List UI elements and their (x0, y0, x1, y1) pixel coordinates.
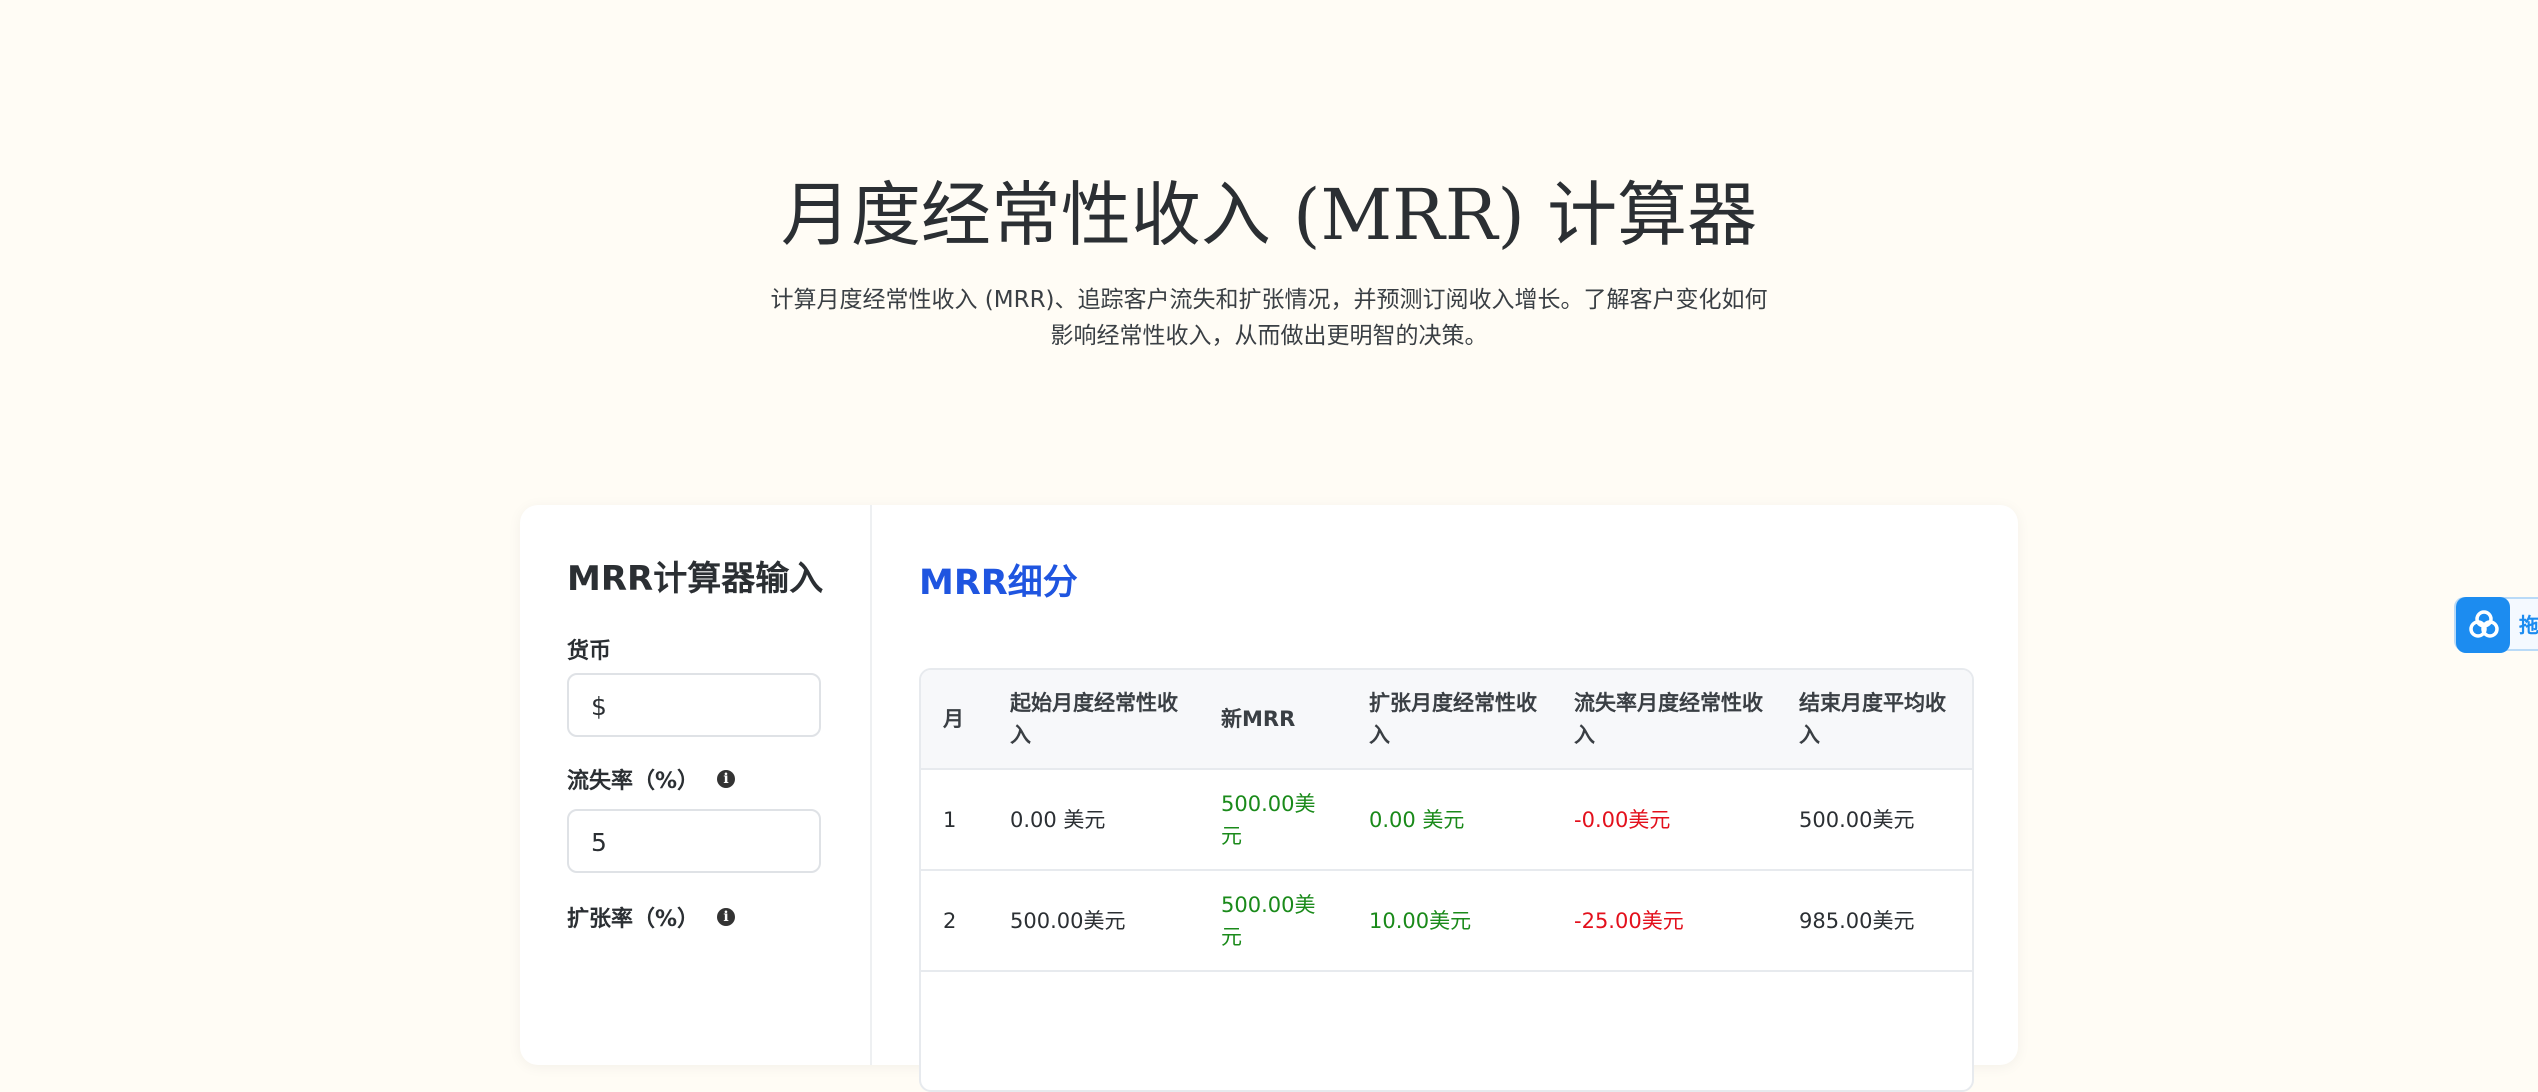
column-header: 月 (943, 707, 964, 731)
app-logo-icon (2456, 597, 2510, 653)
breakdown-panel: MRR细分 月 起始月度经常性收入 新MRR 扩张月度经常性收入 流失率月度经常… (870, 505, 2018, 1092)
column-header: 起始月度经常性收入 (1010, 691, 1178, 747)
churn-rate-input-value: 5 (591, 828, 607, 857)
floating-button-label: 拖 (2519, 613, 2538, 637)
churn-rate-input[interactable]: 5 (567, 809, 821, 873)
expansion-rate-label: 扩张率（%） i (567, 901, 736, 933)
table-header-row: 月 起始月度经常性收入 新MRR 扩张月度经常性收入 流失率月度经常性收入 结束… (921, 670, 1972, 769)
currency-input-value: $ (591, 692, 607, 721)
inputs-heading: MRR计算器输入 (567, 559, 824, 599)
table-row: 2 500.00美元 500.00美元 10.00美元 -25.00美元 985… (921, 870, 1972, 971)
new-mrr-cell: 500.00美元 (1221, 892, 1316, 949)
currency-input[interactable]: $ (567, 673, 821, 737)
column-header: 扩张月度经常性收入 (1369, 691, 1537, 747)
breakdown-table-wrapper: 月 起始月度经常性收入 新MRR 扩张月度经常性收入 流失率月度经常性收入 结束… (919, 668, 1974, 1092)
start-mrr-cell: 500.00美元 (1010, 908, 1126, 933)
start-mrr-cell: 0.00 美元 (1010, 807, 1106, 832)
currency-label: 货币 (567, 633, 611, 665)
churn-rate-label: 流失率（%） i (567, 763, 736, 795)
end-mrr-cell: 985.00美元 (1799, 908, 1915, 933)
churn-rate-label-text: 流失率（%） (567, 769, 700, 794)
month-cell: 2 (943, 908, 957, 933)
table-row (921, 971, 1972, 1072)
expansion-rate-label-text: 扩张率（%） (567, 907, 700, 932)
info-icon[interactable]: i (717, 770, 736, 788)
expansion-mrr-cell: 0.00 美元 (1369, 807, 1465, 832)
end-mrr-cell: 500.00美元 (1799, 807, 1915, 832)
inputs-panel: MRR计算器输入 货币 $ 流失率（%） i 5 扩张率（%） i (520, 505, 872, 1065)
breakdown-table: 月 起始月度经常性收入 新MRR 扩张月度经常性收入 流失率月度经常性收入 结束… (921, 670, 1972, 1072)
page-description: 计算月度经常性收入 (MRR)、追踪客户流失和扩张情况，并预测订阅收入增长。了解… (770, 287, 1768, 349)
floating-extension-button[interactable]: 拖 (2454, 597, 2538, 653)
table-row: 1 0.00 美元 500.00美元 0.00 美元 -0.00美元 500.0… (921, 769, 1972, 870)
column-header: 结束月度平均收入 (1799, 691, 1946, 747)
churn-mrr-cell: -25.00美元 (1574, 908, 1684, 933)
currency-label-text: 货币 (567, 639, 612, 664)
column-header: 流失率月度经常性收入 (1574, 691, 1763, 747)
calculator-card: MRR计算器输入 货币 $ 流失率（%） i 5 扩张率（%） i MRR细分 (520, 505, 2018, 1092)
info-icon[interactable]: i (717, 908, 736, 926)
column-header: 新MRR (1221, 707, 1296, 731)
page-title: 月度经常性收入 (MRR) 计算器 (780, 174, 1758, 256)
churn-mrr-cell: -0.00美元 (1574, 807, 1671, 832)
expansion-mrr-cell: 10.00美元 (1369, 908, 1472, 933)
month-cell: 1 (943, 807, 957, 832)
new-mrr-cell: 500.00美元 (1221, 791, 1316, 848)
breakdown-heading: MRR细分 (919, 563, 1078, 603)
